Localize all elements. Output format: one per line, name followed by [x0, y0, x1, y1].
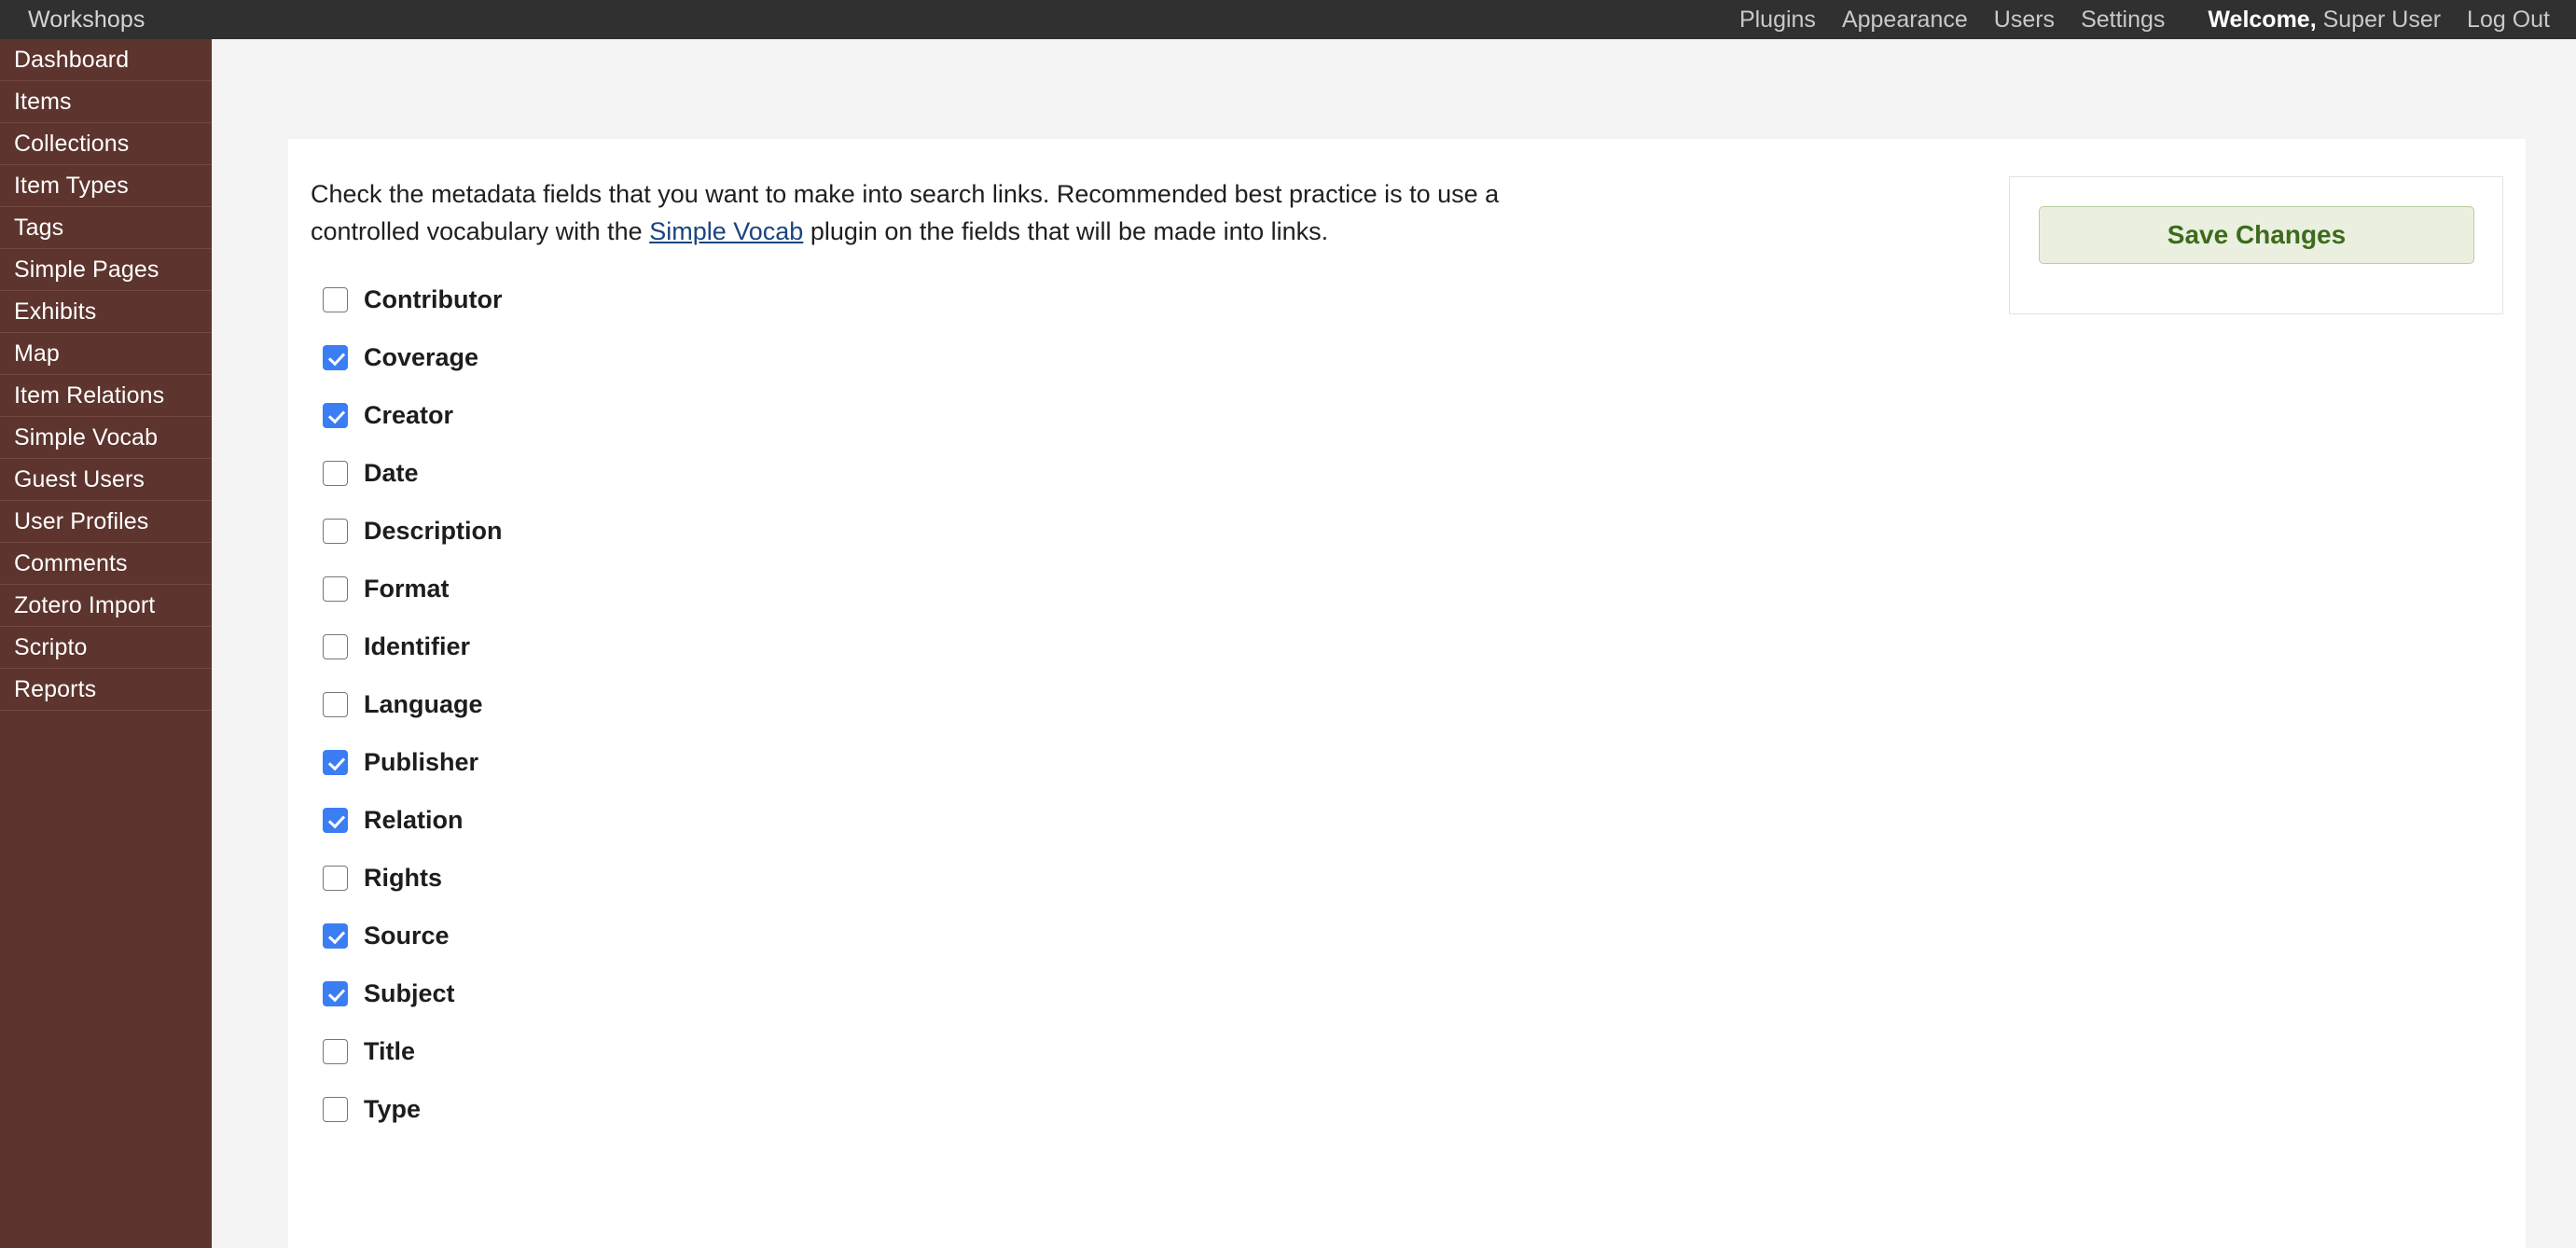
sidebar-item-label: Item Relations	[14, 381, 165, 409]
checkbox-publisher[interactable]	[323, 749, 348, 775]
field-label: Source	[364, 921, 450, 950]
field-label: Language	[364, 689, 483, 718]
topnav-link-settings[interactable]: Settings	[2068, 7, 2178, 34]
checkbox-source[interactable]	[323, 922, 348, 949]
checkbox-creator[interactable]	[323, 402, 348, 428]
sidebar-item-label: Tags	[14, 214, 64, 241]
instructions-part-2: plugin on the fields that will be made i…	[803, 216, 1329, 245]
field-label: Title	[364, 1036, 416, 1065]
sidebar-item-item-types[interactable]: Item Types	[0, 165, 212, 207]
field-row-identifier[interactable]: Identifier	[323, 617, 1635, 675]
field-row-creator[interactable]: Creator	[323, 386, 1635, 444]
field-row-contributor[interactable]: Contributor	[323, 270, 1635, 328]
logout-link[interactable]: Log Out	[2454, 7, 2555, 34]
field-row-type[interactable]: Type	[323, 1080, 1635, 1138]
sidebar-item-simple-pages[interactable]: Simple Pages	[0, 249, 212, 291]
field-label: Format	[364, 574, 450, 603]
checkbox-relation[interactable]	[323, 807, 348, 833]
top-navigation: Plugins Appearance Users Settings Welcom…	[1726, 7, 2555, 34]
topnav-link-plugins[interactable]: Plugins	[1726, 7, 1829, 34]
checkbox-coverage[interactable]	[323, 344, 348, 370]
sidebar-item-simple-vocab[interactable]: Simple Vocab	[0, 417, 212, 459]
field-row-rights[interactable]: Rights	[323, 849, 1635, 907]
sidebar-item-scripto[interactable]: Scripto	[0, 627, 212, 669]
topnav-link-users[interactable]: Users	[1981, 7, 2068, 34]
sidebar-item-label: User Profiles	[14, 507, 149, 534]
sidebar-item-label: Comments	[14, 549, 128, 576]
sidebar: Dashboard Items Collections Item Types T…	[0, 39, 212, 1248]
checkbox-description[interactable]	[323, 518, 348, 544]
sidebar-item-label: Simple Vocab	[14, 423, 159, 451]
sidebar-item-label: Collections	[14, 130, 130, 157]
field-row-publisher[interactable]: Publisher	[323, 733, 1635, 791]
field-row-language[interactable]: Language	[323, 675, 1635, 733]
sidebar-item-tags[interactable]: Tags	[0, 207, 212, 249]
field-label: Identifier	[364, 631, 471, 660]
user-name: Super User	[2316, 6, 2442, 33]
content-inner: Check the metadata fields that you want …	[288, 139, 2526, 1248]
field-label: Description	[364, 516, 503, 545]
sidebar-item-label: Map	[14, 340, 60, 367]
field-label: Publisher	[364, 747, 479, 776]
sidebar-item-map[interactable]: Map	[0, 333, 212, 375]
sidebar-item-reports[interactable]: Reports	[0, 669, 212, 711]
checkbox-type[interactable]	[323, 1096, 348, 1122]
metadata-fields-list: Contributor Coverage Creator Date Descri…	[323, 270, 1635, 1138]
sidebar-item-label: Item Types	[14, 172, 129, 199]
sidebar-item-label: Zotero Import	[14, 591, 156, 618]
sidebar-item-guest-users[interactable]: Guest Users	[0, 459, 212, 501]
sidebar-item-user-profiles[interactable]: User Profiles	[0, 501, 212, 543]
sidebar-item-label: Simple Pages	[14, 256, 159, 283]
welcome-user-block[interactable]: Welcome, Super User	[2178, 7, 2454, 34]
field-row-relation[interactable]: Relation	[323, 791, 1635, 849]
sidebar-item-zotero-import[interactable]: Zotero Import	[0, 585, 212, 627]
field-row-description[interactable]: Description	[323, 502, 1635, 560]
field-label: Date	[364, 458, 419, 487]
sidebar-item-item-relations[interactable]: Item Relations	[0, 375, 212, 417]
sidebar-item-exhibits[interactable]: Exhibits	[0, 291, 212, 333]
sidebar-item-label: Guest Users	[14, 465, 145, 492]
main-content: Configure Plugin: Search By Metadata Che…	[212, 39, 2576, 1248]
field-label: Coverage	[364, 342, 479, 371]
field-label: Creator	[364, 400, 454, 429]
save-changes-button[interactable]: Save Changes	[2039, 206, 2474, 264]
checkbox-contributor[interactable]	[323, 286, 348, 312]
field-label: Type	[364, 1094, 422, 1123]
checkbox-rights[interactable]	[323, 865, 348, 891]
sidebar-item-label: Dashboard	[14, 46, 130, 73]
field-row-format[interactable]: Format	[323, 560, 1635, 617]
top-bar: Workshops Plugins Appearance Users Setti…	[0, 0, 2576, 39]
checkbox-subject[interactable]	[323, 980, 348, 1006]
metadata-fields-column: Check the metadata fields that you want …	[311, 176, 1635, 1138]
sidebar-item-label: Items	[14, 88, 72, 115]
simple-vocab-link[interactable]: Simple Vocab	[649, 217, 803, 245]
site-title[interactable]: Workshops	[28, 7, 145, 34]
field-row-title[interactable]: Title	[323, 1022, 1635, 1080]
welcome-label: Welcome,	[2208, 6, 2317, 33]
field-row-coverage[interactable]: Coverage	[323, 328, 1635, 386]
topnav-link-appearance[interactable]: Appearance	[1829, 7, 1981, 34]
field-row-source[interactable]: Source	[323, 907, 1635, 964]
field-row-subject[interactable]: Subject	[323, 964, 1635, 1022]
sidebar-item-label: Reports	[14, 675, 97, 702]
sidebar-item-collections[interactable]: Collections	[0, 123, 212, 165]
checkbox-title[interactable]	[323, 1038, 348, 1064]
checkbox-language[interactable]	[323, 691, 348, 717]
field-label: Contributor	[364, 284, 503, 313]
content-card: Check the metadata fields that you want …	[288, 139, 2526, 1248]
field-label: Relation	[364, 805, 464, 834]
sidebar-item-dashboard[interactable]: Dashboard	[0, 39, 212, 81]
checkbox-identifier[interactable]	[323, 633, 348, 659]
sidebar-item-items[interactable]: Items	[0, 81, 212, 123]
save-panel: Save Changes	[2009, 176, 2503, 314]
field-label: Subject	[364, 978, 455, 1007]
checkbox-format[interactable]	[323, 575, 348, 602]
field-label: Rights	[364, 863, 442, 892]
sidebar-item-label: Scripto	[14, 633, 88, 660]
sidebar-item-label: Exhibits	[14, 298, 97, 325]
field-row-date[interactable]: Date	[323, 444, 1635, 502]
checkbox-date[interactable]	[323, 460, 348, 486]
instructions-text: Check the metadata fields that you want …	[311, 176, 1523, 250]
sidebar-item-comments[interactable]: Comments	[0, 543, 212, 585]
